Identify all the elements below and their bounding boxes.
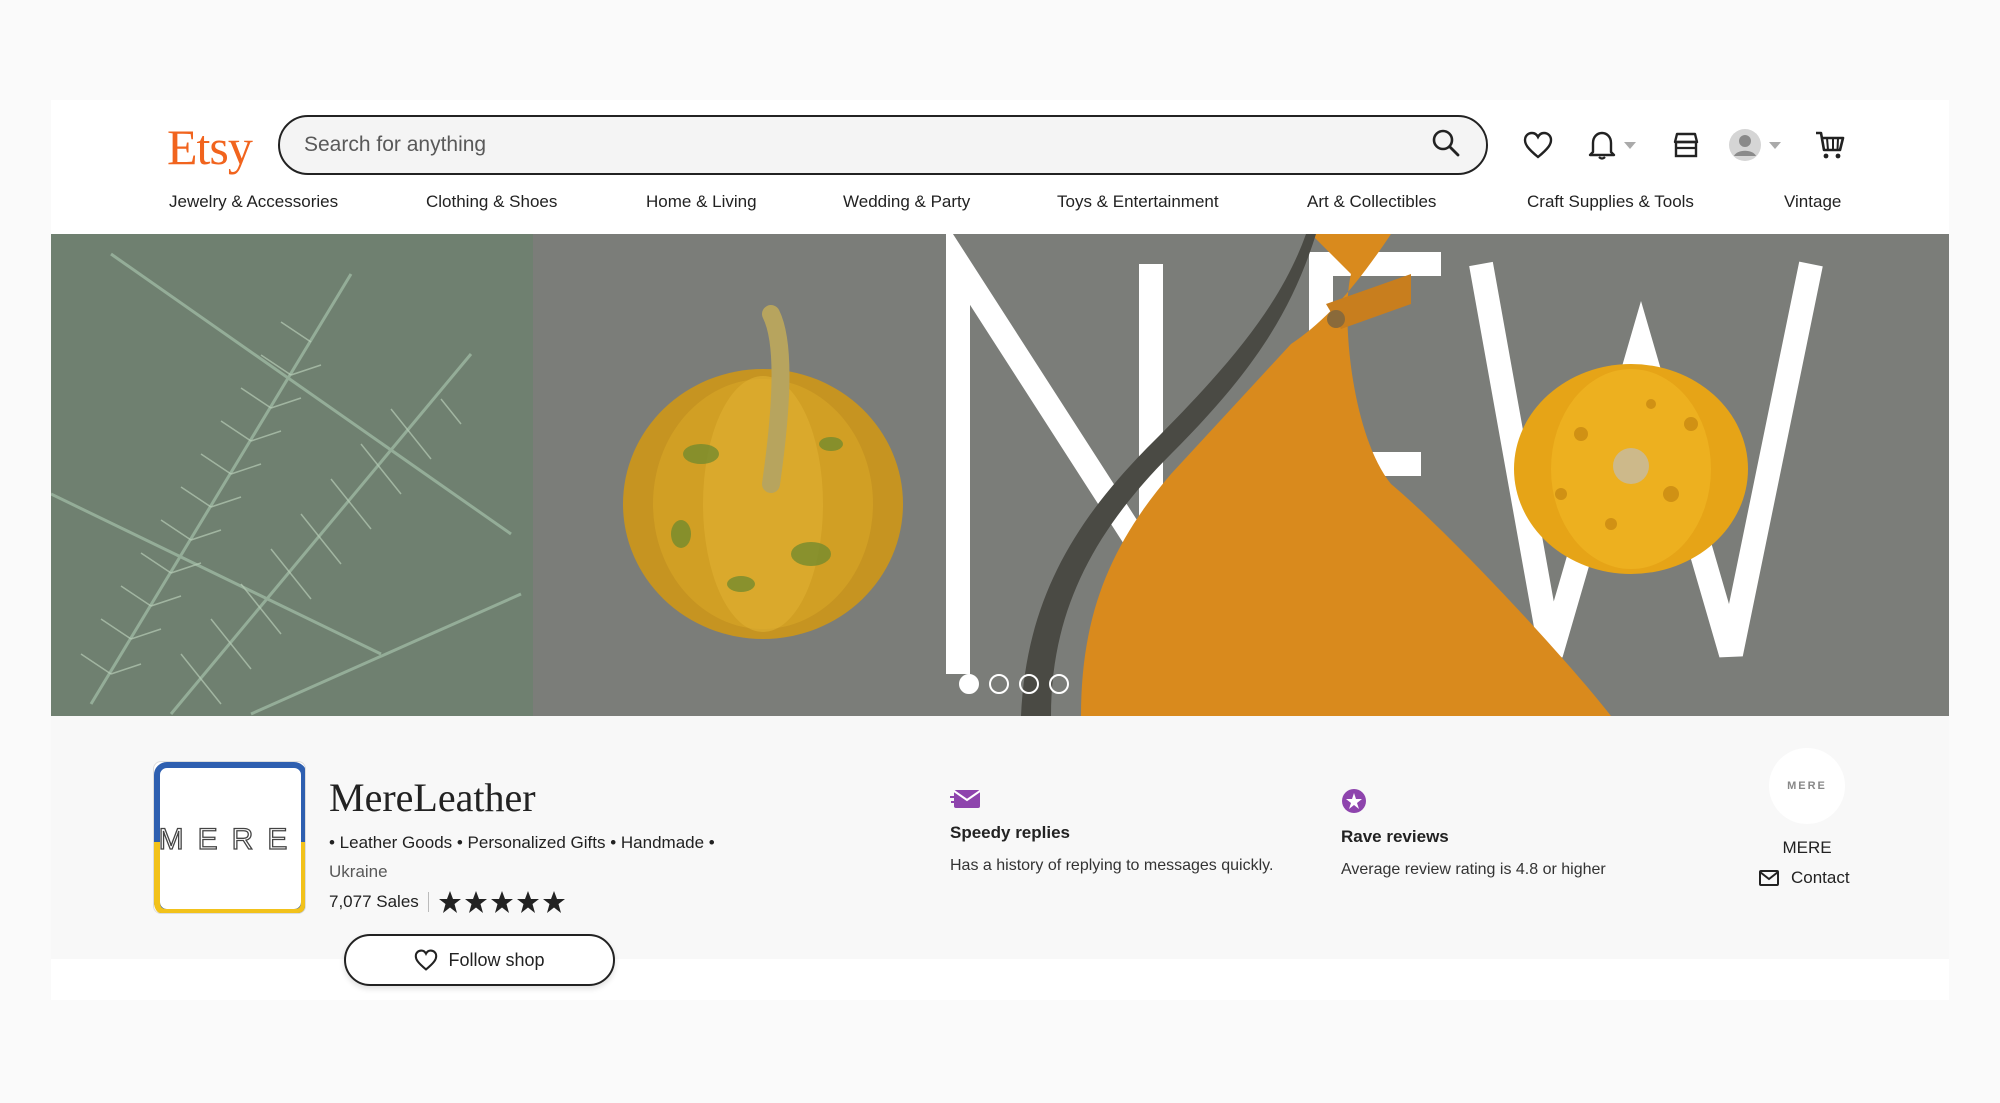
nav-item-clothing[interactable]: Clothing & Shoes xyxy=(426,192,557,212)
shop-owner[interactable]: MERE MERE xyxy=(1767,748,1847,858)
heart-icon xyxy=(415,949,438,971)
etsy-logo[interactable]: Etsy xyxy=(167,118,253,176)
badge-description: Average review rating is 4.8 or higher xyxy=(1341,861,1606,878)
carousel-dot-4[interactable] xyxy=(1049,674,1069,694)
contact-button[interactable]: Contact xyxy=(1759,868,1850,888)
envelope-icon xyxy=(950,790,981,808)
nav-item-toys[interactable]: Toys & Entertainment xyxy=(1057,192,1219,212)
badge-description: Has a history of replying to messages qu… xyxy=(950,857,1274,874)
carousel-dots xyxy=(959,674,1069,694)
divider xyxy=(427,892,429,912)
shop-banner xyxy=(51,234,1949,716)
shop-manager-icon[interactable] xyxy=(1671,125,1701,165)
notifications-bell-icon[interactable] xyxy=(1588,125,1636,165)
cart-icon[interactable] xyxy=(1814,125,1846,165)
category-nav: Jewelry & Accessories Clothing & Shoes H… xyxy=(51,192,1949,234)
rating-stars[interactable] xyxy=(438,890,566,914)
shop-location: Ukraine xyxy=(329,862,388,881)
shop-categories: • Leather Goods • Personalized Gifts • H… xyxy=(329,833,715,852)
banner-image xyxy=(51,234,1949,716)
owner-avatar[interactable]: MERE xyxy=(1769,748,1845,824)
favorites-heart-icon[interactable] xyxy=(1523,125,1553,165)
shop-name: MereLeather xyxy=(329,775,536,820)
badge-speedy-replies: Speedy replies Has a history of replying… xyxy=(950,788,1273,875)
shop-logo[interactable]: MERE xyxy=(153,761,306,914)
nav-item-jewelry[interactable]: Jewelry & Accessories xyxy=(169,192,338,212)
star-icon xyxy=(464,891,487,913)
star-icon xyxy=(516,891,539,913)
chevron-down-icon[interactable] xyxy=(1624,141,1636,149)
page-frame: Etsy Jewelry & Accessories Clothing & Sh… xyxy=(51,100,1949,1000)
chevron-down-icon[interactable] xyxy=(1769,141,1781,149)
badge-title: Rave reviews xyxy=(1341,827,1449,846)
badge-rave-reviews: Rave reviews Average review rating is 4.… xyxy=(1341,788,1606,879)
search-input[interactable] xyxy=(304,133,1430,157)
nav-item-wedding-party[interactable]: Wedding & Party xyxy=(843,192,970,212)
contact-label: Contact xyxy=(1791,868,1850,887)
carousel-dot-2[interactable] xyxy=(989,674,1009,694)
follow-shop-button[interactable]: Follow shop xyxy=(344,934,615,986)
nav-item-art[interactable]: Art & Collectibles xyxy=(1307,192,1436,212)
carousel-dot-3[interactable] xyxy=(1019,674,1039,694)
shop-info-section: MERE MereLeather • Leather Goods • Perso… xyxy=(51,716,1949,986)
sales-count: 7,077 Sales xyxy=(329,892,419,911)
nav-item-home-living[interactable]: Home & Living xyxy=(646,192,757,212)
star-icon xyxy=(490,891,513,913)
mail-icon xyxy=(1759,870,1779,886)
star-badge-icon xyxy=(1342,789,1366,813)
star-icon xyxy=(438,891,461,913)
badge-title: Speedy replies xyxy=(950,823,1071,842)
nav-item-craft-supplies[interactable]: Craft Supplies & Tools xyxy=(1527,192,1694,212)
owner-name[interactable]: MERE xyxy=(1767,838,1847,858)
account-avatar[interactable] xyxy=(1729,125,1781,165)
carousel-dot-1[interactable] xyxy=(959,674,979,694)
star-icon xyxy=(542,891,565,913)
search-bar[interactable] xyxy=(278,115,1488,175)
nav-item-vintage[interactable]: Vintage xyxy=(1784,192,1841,212)
shop-sales: 7,077 Sales xyxy=(329,890,566,914)
follow-shop-label: Follow shop xyxy=(448,949,545,970)
search-icon[interactable] xyxy=(1430,127,1462,164)
svg-text:MERE: MERE xyxy=(159,823,302,856)
